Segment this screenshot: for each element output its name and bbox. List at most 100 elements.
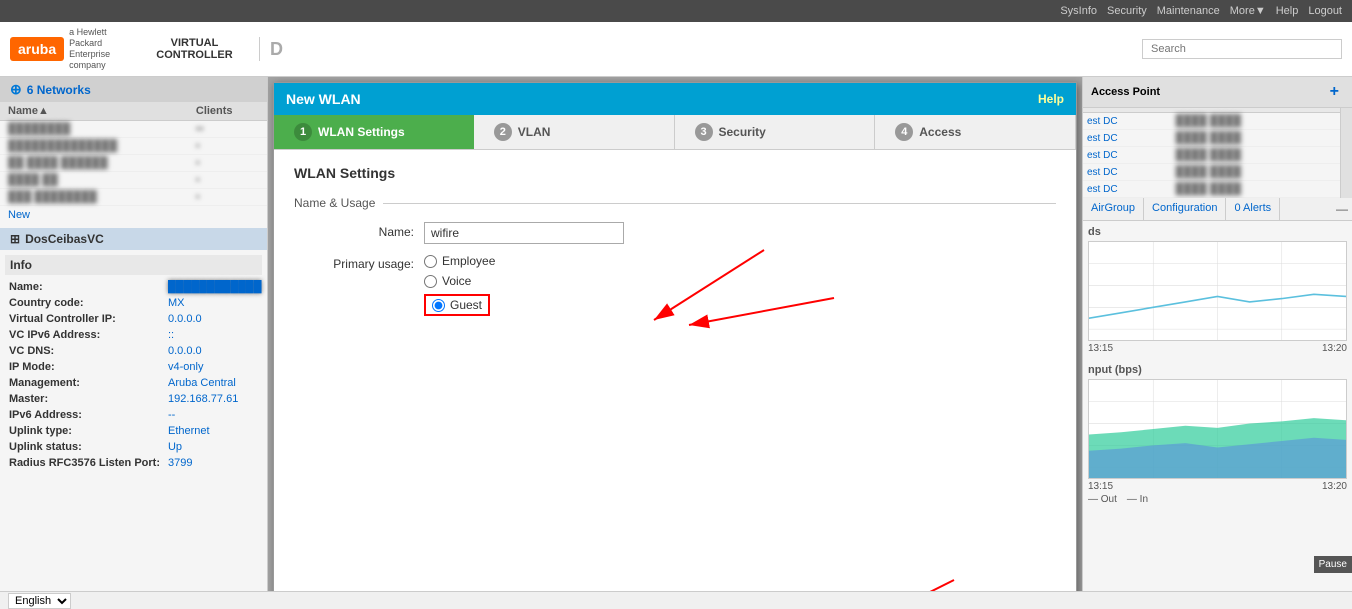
employee-radio[interactable]	[424, 255, 437, 268]
info-row: IPv6 Address:--	[5, 407, 266, 423]
chart1-x-labels: 13:15 13:20	[1088, 343, 1347, 354]
network-row[interactable]: ██████████████▪	[0, 138, 267, 155]
network-row[interactable]: ███ ████████▪	[0, 189, 267, 206]
nav-security[interactable]: Security	[1107, 5, 1147, 17]
nav-more[interactable]: More▼	[1230, 5, 1266, 17]
divider-line	[383, 203, 1056, 204]
controller-label: VIRTUALCONTROLLER	[140, 37, 260, 61]
guest-radio[interactable]	[432, 299, 445, 312]
step-label-4: Access	[919, 125, 961, 139]
right-panel-body: ds 13:15	[1083, 221, 1352, 591]
voice-option[interactable]: Voice	[424, 274, 495, 288]
info-row: Virtual Controller IP:0.0.0.0	[5, 311, 266, 327]
collapse-button[interactable]: —	[1332, 198, 1352, 220]
chart2-legend: — Out — In	[1088, 494, 1347, 505]
networks-header: ⊕ 6 Networks	[0, 77, 267, 102]
info-row: IP Mode:v4-only	[5, 359, 266, 375]
name-field-row: Name:	[294, 222, 1056, 244]
network-link[interactable]: ██████████████	[8, 140, 117, 152]
ap-header-label: Access Point	[1091, 86, 1160, 98]
wlan-name-input[interactable]	[424, 222, 624, 244]
employee-option[interactable]: Employee	[424, 254, 495, 268]
network-link[interactable]: ████████	[8, 123, 70, 135]
logo-area: aruba a Hewlett PackardEnterprise compan…	[10, 27, 140, 70]
wizard-step-4[interactable]: 4 Access	[875, 115, 1076, 149]
tab-airgroup[interactable]: AirGroup	[1083, 198, 1144, 220]
step-num-2: 2	[494, 123, 512, 141]
chart1-time-end: 13:20	[1322, 343, 1347, 354]
wizard-steps: 1 WLAN Settings 2 VLAN 3 Security 4 Acce…	[274, 115, 1076, 150]
nav-maintenance[interactable]: Maintenance	[1157, 5, 1220, 17]
chart1-svg	[1089, 242, 1346, 340]
footer-bar: English	[0, 591, 1352, 609]
info-row: Country code:MX	[5, 295, 266, 311]
info-table: Name:████████████ Country code:MX Virtua…	[5, 279, 266, 471]
ap-location[interactable]: est DC	[1087, 184, 1118, 195]
chart2-time-end: 13:20	[1322, 481, 1347, 492]
step-num-3: 3	[695, 123, 713, 141]
col-clients: Clients	[188, 102, 267, 121]
new-network-link[interactable]: New	[0, 206, 267, 224]
modal-title: New WLAN	[286, 91, 361, 107]
step-label-2: VLAN	[518, 125, 551, 139]
ap-row[interactable]: est DC████ ████	[1083, 130, 1340, 147]
hp-text: a Hewlett PackardEnterprise company	[69, 27, 140, 70]
info-section: Info Name:████████████ Country code:MX V…	[0, 250, 267, 476]
network-link[interactable]: ██ ████ ██████	[8, 157, 108, 169]
ap-location[interactable]: est DC	[1087, 167, 1118, 178]
primary-usage-label: Primary usage:	[294, 254, 414, 271]
nav-logout[interactable]: Logout	[1308, 5, 1342, 17]
info-row: Uplink status:Up	[5, 439, 266, 455]
primary-usage-row: Primary usage: Employee Voice	[294, 254, 1056, 316]
right-panel-tabs: AirGroup Configuration 0 Alerts —	[1083, 198, 1352, 221]
voice-radio[interactable]	[424, 275, 437, 288]
chart2-time-start: 13:15	[1088, 481, 1113, 492]
tab-alerts[interactable]: 0 Alerts	[1226, 198, 1280, 220]
network-link[interactable]: ████ ██	[8, 174, 58, 186]
ap-scrollbar[interactable]	[1340, 108, 1352, 198]
vc-section: ⊞ DosCeibasVC	[0, 228, 267, 250]
chart2-svg	[1089, 380, 1346, 478]
ap-row[interactable]: est DC████ ████	[1083, 113, 1340, 130]
chart1-time-start: 13:15	[1088, 343, 1113, 354]
network-row[interactable]: ████ ██▪	[0, 172, 267, 189]
ap-row[interactable]: est DC████ ████	[1083, 181, 1340, 198]
network-row[interactable]: ██ ████ ██████▪	[0, 155, 267, 172]
ap-location[interactable]: est DC	[1087, 116, 1118, 127]
name-label: Name:	[294, 222, 414, 239]
info-row: Management:Aruba Central	[5, 375, 266, 391]
tab-configuration[interactable]: Configuration	[1144, 198, 1226, 220]
ap-location[interactable]: est DC	[1087, 133, 1118, 144]
ap-table-area: est DC████ ████ est DC████ ████ est DC██…	[1083, 108, 1352, 198]
right-panel-header: Access Point +	[1083, 77, 1352, 108]
language-select[interactable]: English	[8, 593, 71, 609]
vc-icon: ⊞	[10, 232, 20, 246]
guest-label: Guest	[450, 298, 482, 312]
pause-button[interactable]: Pause	[1314, 556, 1352, 573]
chart1-container	[1088, 241, 1347, 341]
wizard-step-3[interactable]: 3 Security	[675, 115, 876, 149]
nav-sysinfo[interactable]: SysInfo	[1060, 5, 1097, 17]
app-header: aruba a Hewlett PackardEnterprise compan…	[0, 22, 1352, 77]
network-row[interactable]: ████████▪▪	[0, 121, 267, 138]
ap-row[interactable]: est DC████ ████	[1083, 164, 1340, 181]
modal-help-link[interactable]: Help	[1038, 92, 1064, 106]
voice-label: Voice	[442, 274, 471, 288]
ap-location[interactable]: est DC	[1087, 150, 1118, 161]
nav-help[interactable]: Help	[1276, 5, 1299, 17]
networks-count: 6 Networks	[27, 83, 91, 97]
add-ap-button[interactable]: +	[1325, 81, 1344, 103]
d-label: D	[270, 39, 300, 60]
ap-row[interactable]: est DC████ ████	[1083, 147, 1340, 164]
top-nav-bar: SysInfo Security Maintenance More▼ Help …	[0, 0, 1352, 22]
sidebar: ⊕ 6 Networks Name▲ Clients ████████▪▪ ██…	[0, 77, 268, 591]
modal-title-bar: New WLAN Help	[274, 83, 1076, 115]
legend-out: — Out	[1088, 494, 1117, 505]
chart2-container	[1088, 379, 1347, 479]
search-input[interactable]	[1142, 39, 1342, 59]
network-link[interactable]: ███ ████████	[8, 191, 97, 203]
wizard-step-1[interactable]: 1 WLAN Settings	[274, 115, 474, 149]
aruba-logo: aruba	[10, 37, 64, 61]
wizard-step-2[interactable]: 2 VLAN	[474, 115, 675, 149]
guest-option[interactable]: Guest	[424, 294, 495, 316]
